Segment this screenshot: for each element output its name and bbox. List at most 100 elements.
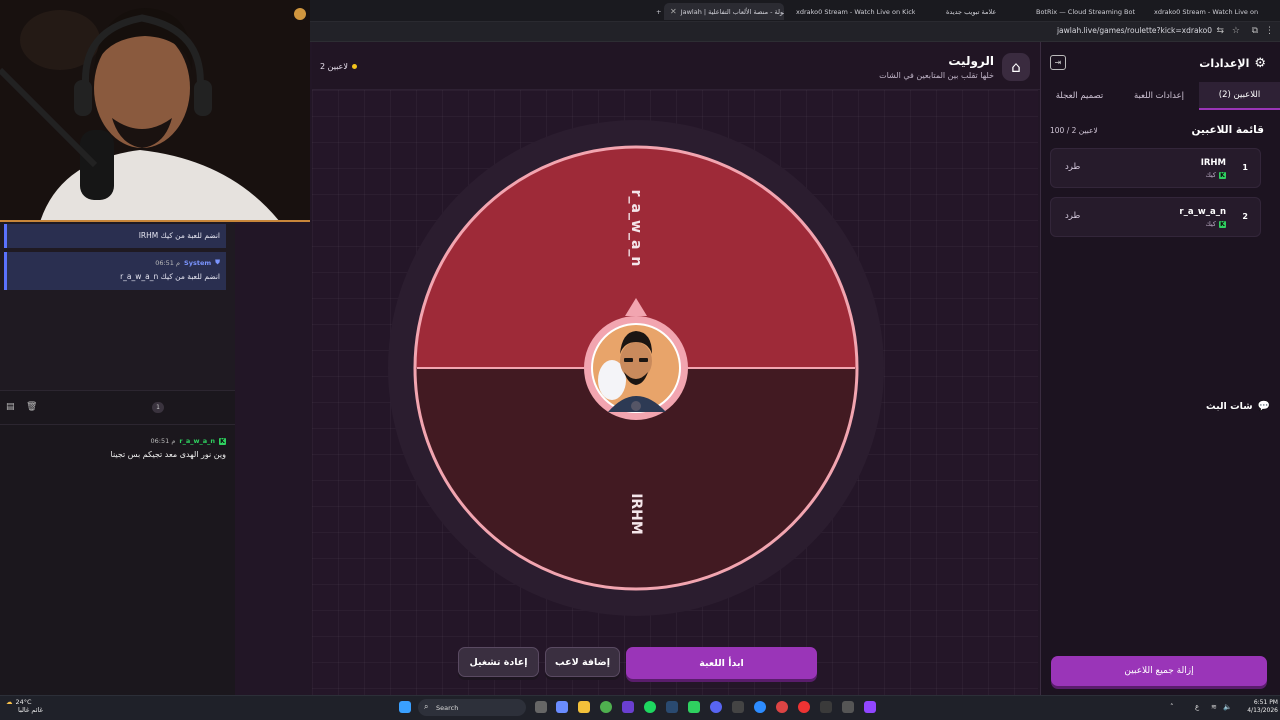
file-explorer-icon[interactable] (578, 701, 590, 713)
taskbar-clock[interactable]: 6:51 PM 4/13/2026 (1238, 699, 1278, 715)
bookmark-icon[interactable]: ☆ (1232, 26, 1240, 36)
app-icon[interactable] (754, 701, 766, 713)
language-indicator[interactable]: ع (1195, 703, 1199, 711)
steam-icon[interactable] (666, 701, 678, 713)
tab-wheel-design[interactable]: تصميم العجلة (1040, 82, 1119, 110)
translate-icon[interactable]: ⇆ (1216, 26, 1224, 36)
player-name: IRHM (1200, 158, 1226, 168)
app-icon[interactable] (622, 701, 634, 713)
weather-widget[interactable]: ☁ 24°C غائم غالبا (6, 698, 43, 714)
chat-message-text: وين نور الهدى معد تجيكم بس تجينا (110, 450, 226, 459)
tab-jawlah[interactable]: ✕ Jawlah | جولة - منصة الألعاب التفاعلية (664, 3, 784, 20)
player-row: 1 IRHM كيك K طرد (1050, 148, 1261, 188)
collapse-panel-button[interactable]: ⇥ (1050, 55, 1066, 70)
player-name: r_a_w_a_n (1179, 207, 1226, 217)
message-author: r_a_w_a_n (179, 437, 215, 445)
divider (0, 424, 235, 425)
tab-game-settings[interactable]: إعدادات اللعبة (1119, 82, 1199, 110)
player-row: 2 r_a_w_a_n كيك K طرد (1050, 197, 1261, 237)
player-platform: كيك K (1205, 171, 1226, 179)
tab-kick-stream-2[interactable]: xdrako0 Stream - Watch Live on Kick (1148, 3, 1260, 20)
weather-desc: غائم غالبا (18, 706, 43, 714)
platform-label: كيك (1205, 220, 1216, 228)
player-index: 2 (1242, 212, 1248, 221)
remove-all-players-button[interactable]: إزالة جميع اللاعبين (1051, 656, 1267, 686)
message-author: System (184, 258, 212, 267)
app-icon[interactable] (820, 701, 832, 713)
system-message-meta: 06:51 م System ⛊ (155, 258, 220, 267)
windows-taskbar (0, 695, 1280, 720)
page-title: الروليت (948, 54, 994, 68)
webcam-overlay (0, 0, 310, 222)
tab-new[interactable]: علامة تبويب جديدة (940, 3, 1020, 20)
clock-date: 4/13/2026 (1247, 707, 1278, 714)
app-icon[interactable] (732, 701, 744, 713)
xbox-icon[interactable] (688, 701, 700, 713)
windows-start-icon[interactable] (399, 701, 411, 713)
segment-label: IRHM (628, 493, 644, 535)
task-view-icon[interactable] (535, 701, 547, 713)
search-label: Search (436, 703, 459, 712)
page-subtitle: خلها تقلب بين المتابعين في الشات (879, 71, 994, 80)
player-count-label: 2 لاعبين (320, 62, 348, 71)
system-message-text: IRHM انضم للعبة من كيك (138, 231, 220, 240)
roulette-wheel[interactable]: r_a_w_a_n IRHM (386, 118, 886, 618)
app-icon[interactable] (776, 701, 788, 713)
kick-icon: K (1219, 171, 1226, 179)
tab-botrix[interactable]: BotRix — Cloud Streaming Bot (1030, 3, 1140, 20)
settings-title-label: الإعدادات (1199, 57, 1250, 70)
chevron-up-icon[interactable]: ˄ (1170, 703, 1174, 711)
stream-chat-panel (0, 390, 235, 695)
copilot-icon[interactable] (556, 701, 568, 713)
new-tab-button[interactable]: + (650, 3, 662, 20)
chat-message: 06:51 م r_a_w_a_n K وين نور الهدى معد تج… (6, 437, 226, 459)
menu-icon[interactable]: ⋮ (1265, 26, 1274, 36)
player-platform: كيك K (1205, 220, 1226, 228)
tab-players[interactable]: اللاعبين (2) (1199, 82, 1280, 110)
app-icon[interactable] (842, 701, 854, 713)
webcam-feed (0, 0, 310, 220)
chat-count-badge: 1 (152, 402, 164, 413)
kick-icon: K (1219, 220, 1226, 228)
wifi-icon[interactable]: ≋ (1211, 703, 1217, 711)
close-icon[interactable]: ✕ (670, 7, 677, 16)
search-icon: ⌕ (424, 702, 429, 711)
trash-icon[interactable]: 🗑 (26, 402, 37, 412)
system-message: 06:51 م System ⛊ r_a_w_a_n انضم للعبة من… (4, 252, 226, 290)
discord-icon[interactable] (710, 701, 722, 713)
home-button[interactable]: ⌂ (1002, 53, 1030, 81)
sidebar-toggle-icon[interactable]: ▤ (6, 402, 15, 412)
media-player-icon[interactable] (798, 701, 810, 713)
player-count: 2 لاعبين (320, 62, 357, 71)
tab-label: Jawlah | جولة - منصة الألعاب التفاعلية (680, 7, 784, 16)
system-message: IRHM انضم للعبة من كيك (4, 224, 226, 248)
address-bar[interactable]: jawlah.live/games/roulette?kick=xdrako0 … (310, 22, 1280, 42)
kick-player-button[interactable]: طرد (1065, 162, 1080, 172)
player-list-count: 100 / 2 لاعبين (1050, 126, 1098, 135)
twitch-icon[interactable] (864, 701, 876, 713)
chat-message-meta: 06:51 م r_a_w_a_n K (6, 437, 226, 445)
tab-label: BotRix — Cloud Streaming Bot (1036, 7, 1136, 16)
kick-player-button[interactable]: طرد (1065, 211, 1080, 221)
settings-panel (1040, 42, 1280, 695)
add-player-button[interactable]: إضافة لاعب (545, 647, 620, 677)
volume-icon[interactable]: 🔈 (1223, 703, 1232, 711)
spotify-icon[interactable] (644, 701, 656, 713)
status-dot-icon (351, 64, 357, 69)
tab-kick-stream[interactable]: xdrako0 Stream - Watch Live on Kick✕ (790, 3, 915, 20)
chat-title: شات البث 💬 (1206, 401, 1270, 412)
tab-label: xdrako0 Stream - Watch Live on Kick (796, 7, 915, 16)
tab-label: xdrako0 Stream - Watch Live on Kick (1154, 7, 1260, 16)
segment-label: r_a_w_a_n (628, 190, 644, 267)
start-game-button[interactable]: ابدأ اللعبة (626, 647, 817, 679)
chrome-icon[interactable] (600, 701, 612, 713)
tab-label: علامة تبويب جديدة (946, 7, 997, 16)
taskbar-search[interactable]: ⌕ Search (418, 699, 526, 716)
url-text[interactable]: jawlah.live/games/roulette?kick=xdrako0 (1057, 26, 1212, 35)
player-list-title: قائمة اللاعبين (1191, 124, 1264, 136)
clock-time: 6:51 PM (1253, 699, 1278, 706)
player-index: 1 (1242, 163, 1248, 172)
extension-icon[interactable]: ⧉ (1252, 26, 1258, 36)
weather-temp: 24°C (15, 698, 32, 706)
restart-button[interactable]: إعادة تشغيل (458, 647, 539, 677)
